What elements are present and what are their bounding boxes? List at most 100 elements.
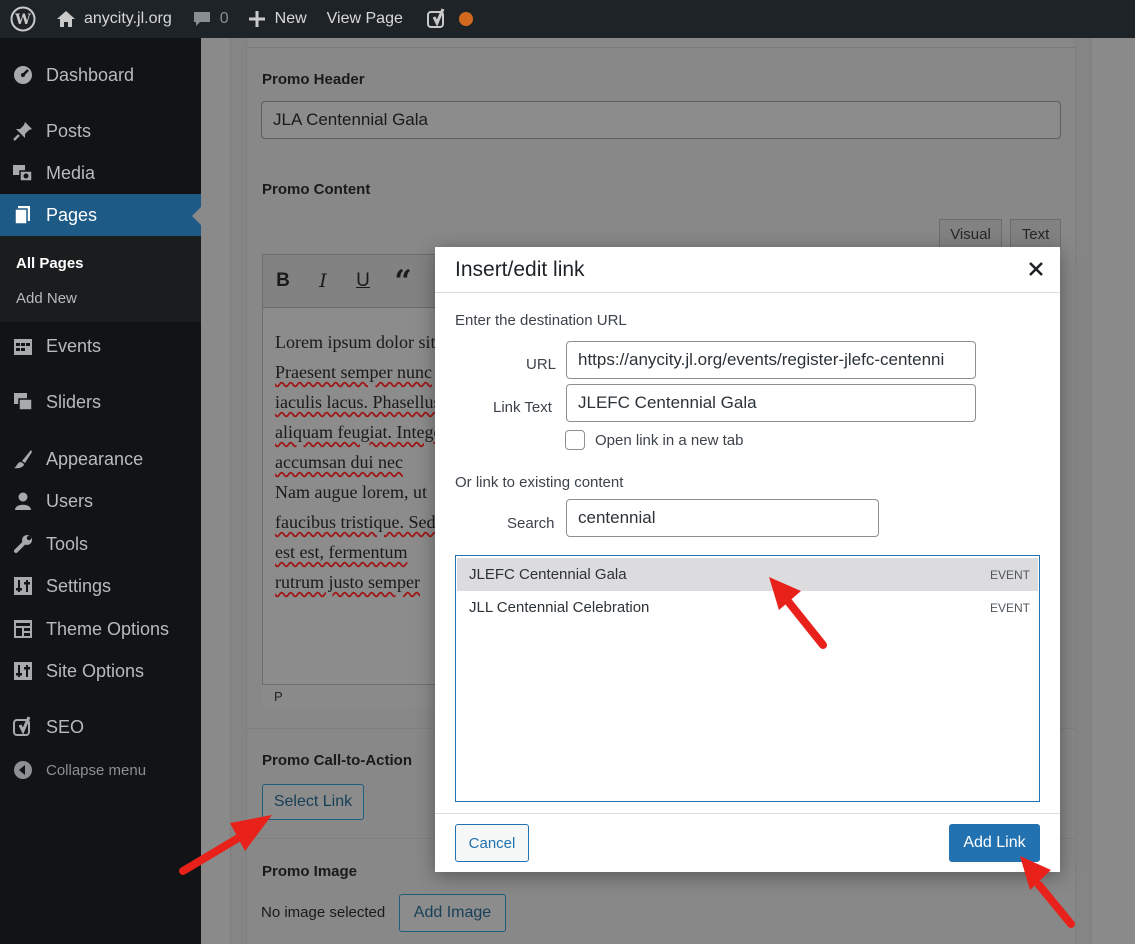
blockquote-button[interactable]: “: [383, 264, 423, 299]
site-name: anycity.jl.org: [84, 10, 172, 27]
editor-body[interactable]: Lorem ipsum dolor sit amet Praesent semp…: [275, 327, 440, 607]
editor-line: Lorem ipsum dolor sit amet: [275, 332, 440, 352]
admin-bar: W anycity.jl.org 0 New View Page: [0, 0, 1135, 38]
result-title: JLEFC Centennial Gala: [469, 566, 627, 583]
search-results-list[interactable]: JLEFC Centennial Gala EVENT JLL Centenni…: [455, 555, 1040, 802]
dashboard-icon: [0, 65, 46, 85]
sidebar-item-media[interactable]: Media: [0, 152, 201, 194]
sidebar-item-sliders[interactable]: Sliders: [0, 381, 201, 423]
sidebar-item-site-options[interactable]: Site Options: [0, 650, 201, 692]
pages-submenu: [0, 236, 201, 322]
sidebar-item-label: Sliders: [46, 391, 102, 412]
url-input[interactable]: https://anycity.jl.org/events/register-j…: [566, 341, 976, 379]
sidebar-item-pages[interactable]: Pages: [0, 194, 201, 236]
editor-line: accumsan dui nec: [275, 452, 403, 472]
sidebar-item-posts[interactable]: Posts: [0, 110, 201, 152]
result-type: EVENT: [989, 567, 1030, 582]
seo-status-dot: [458, 12, 473, 26]
sidebar-item-users[interactable]: Users: [0, 480, 201, 522]
promo-content-label: Promo Content: [262, 181, 371, 198]
sidebar-item-appearance[interactable]: Appearance: [0, 438, 201, 480]
sidebar-item-label: Appearance: [46, 448, 144, 469]
sidebar-item-label: Pages: [46, 204, 98, 225]
sidebar-item-seo[interactable]: SEO: [0, 706, 201, 748]
tab-text[interactable]: Text: [1010, 219, 1061, 249]
annotation-arrow-icon: [179, 815, 272, 875]
sidebar-item-label: SEO: [46, 716, 85, 737]
comment-icon: [192, 10, 212, 28]
settings-icon: [0, 661, 46, 681]
comments-count: 0: [219, 10, 229, 27]
sidebar-item-theme-options[interactable]: Theme Options: [0, 608, 201, 650]
yoast-icon: [426, 8, 447, 30]
new-content-link[interactable]: New: [239, 0, 317, 38]
collapse-menu-button[interactable]: Collapse menu: [0, 749, 201, 791]
svg-text:W: W: [14, 12, 31, 28]
editor-line: iaculis lacus. Phasellus: [275, 392, 440, 412]
underline-button[interactable]: U: [343, 270, 383, 292]
cancel-button[interactable]: Cancel: [455, 824, 529, 862]
editor-line: Nam augue lorem, ut: [275, 482, 427, 502]
new-tab-label[interactable]: Open link in a new tab: [595, 432, 743, 449]
editor-line: aliquam feugiat. Integer: [275, 422, 440, 442]
editor-line: faucibus tristique. Sed: [275, 512, 436, 532]
url-label: URL: [526, 356, 557, 373]
promo-cta-label: Promo Call-to-Action: [262, 752, 412, 769]
sidebar-item-label: Settings: [46, 575, 112, 596]
link-text-label: Link Text: [493, 399, 552, 416]
list-item[interactable]: JLEFC Centennial Gala EVENT: [457, 558, 1038, 591]
insert-link-dialog: Insert/edit link Enter the destination U…: [435, 247, 1060, 872]
promo-header-label: Promo Header: [262, 71, 365, 88]
yoast-seo-menu[interactable]: [417, 0, 483, 38]
add-image-button[interactable]: Add Image: [399, 894, 506, 932]
editor-toolbar: B I U “: [262, 254, 446, 308]
search-input[interactable]: centennial: [566, 499, 879, 537]
result-title: JLL Centennial Celebration: [469, 599, 650, 616]
bold-button[interactable]: B: [263, 270, 303, 292]
sidebar-item-label: Posts: [46, 120, 92, 141]
sidebar-item-label: Tools: [46, 533, 89, 554]
sidebar-item-label: Users: [46, 490, 94, 511]
sidebar-item-label: Collapse menu: [46, 761, 147, 779]
slides-icon: [0, 392, 46, 412]
editor-line: Praesent semper nunc: [275, 362, 432, 382]
site-home-link[interactable]: anycity.jl.org: [46, 0, 182, 38]
promo-header-input[interactable]: JLA Centennial Gala: [261, 101, 1061, 139]
sidebar-item-dashboard[interactable]: Dashboard: [0, 54, 201, 96]
sidebar-item-tools[interactable]: Tools: [0, 523, 201, 565]
url-section-label: Enter the destination URL: [455, 312, 627, 329]
wordpress-logo-icon[interactable]: W: [0, 0, 46, 38]
list-item[interactable]: JLL Centennial Celebration EVENT: [457, 591, 1038, 624]
home-icon: [56, 10, 76, 28]
calendar-icon: [0, 336, 46, 356]
editor-path: P: [262, 684, 446, 708]
sidebar-item-settings[interactable]: Settings: [0, 565, 201, 607]
users-icon: [0, 491, 46, 511]
collapse-icon: [0, 760, 46, 780]
comments-link[interactable]: 0: [182, 0, 239, 38]
annotation-arrow-icon: [769, 577, 827, 649]
submenu-all-pages[interactable]: All Pages: [16, 255, 84, 272]
new-tab-checkbox[interactable]: [565, 430, 585, 450]
submenu-add-new[interactable]: Add New: [16, 290, 77, 307]
italic-button[interactable]: I: [303, 270, 343, 292]
sidebar-item-label: Events: [46, 335, 102, 356]
pushpin-icon: [0, 121, 46, 141]
link-text-input[interactable]: JLEFC Centennial Gala: [566, 384, 976, 422]
new-label: New: [274, 10, 307, 27]
close-icon[interactable]: [1026, 259, 1046, 279]
yoast-icon: [0, 716, 46, 738]
settings-icon: [0, 576, 46, 596]
sidebar-item-label: Theme Options: [46, 618, 170, 639]
sidebar-item-label: Media: [46, 162, 96, 183]
wrench-icon: [0, 534, 46, 554]
sidebar-item-events[interactable]: Events: [0, 325, 201, 367]
sidebar-item-label: Dashboard: [46, 64, 135, 85]
tab-visual[interactable]: Visual: [939, 219, 1002, 249]
view-page-label: View Page: [326, 10, 403, 27]
view-page-link[interactable]: View Page: [317, 0, 413, 38]
result-type: EVENT: [989, 600, 1030, 615]
editor-line: est est, fermentum: [275, 542, 408, 562]
sidebar-item-label: Site Options: [46, 660, 145, 681]
existing-content-label: Or link to existing content: [455, 474, 624, 491]
